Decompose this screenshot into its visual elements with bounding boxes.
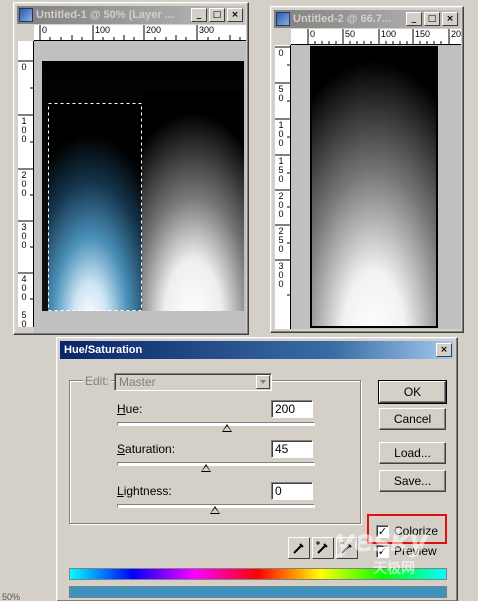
ruler-label: 0 (42, 25, 48, 35)
eyedropper-icon[interactable] (288, 537, 310, 559)
ruler-label: 0 (310, 29, 316, 39)
ruler-label: 300 (199, 25, 215, 35)
ruler-label: 4 0 0 (21, 274, 27, 302)
ruler-label: 3 0 0 (21, 222, 27, 250)
window-2-title: Untitled-2 @ 66.7... (293, 13, 392, 25)
horizontal-ruler: 0 50 100 150 200 (291, 29, 461, 45)
ruler-ticks (39, 25, 241, 40)
close-button[interactable]: × (442, 12, 458, 26)
canvas-area[interactable] (291, 45, 461, 329)
hue-saturation-dialog: Hue/Saturation × Edit: Master Hue: Satur… (56, 337, 458, 601)
ruler-label: 1 0 0 (21, 116, 27, 144)
ruler-label: 2 0 0 (21, 170, 27, 198)
white-light-beam (142, 91, 244, 311)
vertical-ruler: 0 1 0 0 2 0 0 3 0 0 4 0 0 5 0 (18, 41, 34, 327)
white-light-beam (311, 47, 437, 327)
load-button[interactable]: Load... (379, 442, 446, 464)
ruler-label: 100 (381, 29, 397, 39)
saturation-input[interactable] (271, 440, 313, 458)
dialog-title: Hue/Saturation (64, 344, 143, 356)
ruler-ticks (307, 29, 450, 44)
hue-label-rest: ue: (125, 402, 143, 416)
ruler-label: 2 5 0 (278, 226, 284, 254)
ruler-label: 2 0 0 (278, 191, 284, 219)
result-color-bar (69, 586, 447, 598)
hue-label: Hue: (117, 402, 143, 416)
lightness-label: Lightness: (117, 484, 172, 498)
edit-select[interactable]: Master (114, 373, 272, 391)
saturation-slider-track[interactable] (117, 462, 315, 466)
window-2-titlebar[interactable]: Untitled-2 @ 66.7... _ □ × (274, 10, 460, 28)
lightness-label-rest: ightness: (123, 484, 172, 498)
saturation-slider-thumb[interactable] (201, 464, 211, 472)
close-button[interactable]: × (436, 343, 452, 357)
edit-select-value: Master (119, 375, 156, 389)
ruler-label: 200 (451, 29, 461, 39)
lightness-slider-thumb[interactable] (210, 506, 220, 514)
close-button[interactable]: × (227, 8, 243, 22)
chevron-down-icon[interactable] (256, 375, 270, 389)
dialog-titlebar[interactable]: Hue/Saturation × (60, 341, 454, 359)
adjustment-group (69, 380, 361, 524)
ruler-label: 5 0 (21, 310, 27, 328)
photoshop-doc-icon (19, 8, 33, 22)
ruler-label: 1 5 0 (278, 156, 284, 184)
status-zoom: 50% (2, 592, 21, 601)
save-button[interactable]: Save... (379, 470, 446, 492)
ruler-label: 3 0 0 (278, 261, 284, 289)
lightness-input[interactable] (271, 482, 313, 500)
ruler-label: 5 0 (278, 84, 284, 103)
document-window-untitled-1: Untitled-1 @ 50% (Layer ... _ □ × 0 100 … (13, 2, 249, 335)
hue-slider-track[interactable] (117, 422, 315, 426)
watermark-logo: yesky (335, 524, 428, 559)
document-canvas[interactable] (34, 41, 246, 333)
canvas-area[interactable] (34, 41, 246, 333)
edit-label: Edit: (83, 374, 112, 388)
saturation-label: Saturation: (117, 442, 176, 456)
ruler-label: 200 (146, 25, 162, 35)
document-canvas[interactable] (291, 45, 461, 329)
minimize-button[interactable]: _ (191, 8, 207, 22)
eyedropper-plus-icon[interactable] (312, 537, 334, 559)
window-1-titlebar[interactable]: Untitled-1 @ 50% (Layer ... _ □ × (17, 6, 245, 24)
ruler-label: 100 (95, 25, 111, 35)
saturation-label-rest: aturation: (125, 442, 176, 456)
ruler-label: 1 0 0 (278, 120, 284, 148)
ruler-label: 0 (278, 48, 284, 58)
photoshop-doc-icon (276, 12, 290, 26)
ruler-label: 0 (21, 62, 27, 72)
ok-button[interactable]: OK (378, 380, 447, 404)
maximize-button[interactable]: □ (424, 12, 440, 26)
window-1-title: Untitled-1 @ 50% (Layer ... (36, 9, 174, 21)
cancel-button[interactable]: Cancel (379, 408, 446, 430)
ruler-label: 50 (345, 29, 356, 39)
vertical-ruler: 0 5 0 1 0 0 1 5 0 2 0 0 2 5 0 3 0 0 (275, 45, 291, 329)
ruler-label: 150 (415, 29, 431, 39)
hue-slider-thumb[interactable] (222, 424, 232, 432)
blue-light-beam (48, 103, 142, 311)
maximize-button[interactable]: □ (209, 8, 225, 22)
horizontal-ruler: 0 100 200 300 (34, 25, 246, 41)
hue-input[interactable] (271, 400, 313, 418)
watermark-cn: 天极网 (373, 561, 415, 577)
minimize-button[interactable]: _ (406, 12, 422, 26)
document-window-untitled-2: Untitled-2 @ 66.7... _ □ × 0 50 100 150 … (270, 6, 464, 333)
